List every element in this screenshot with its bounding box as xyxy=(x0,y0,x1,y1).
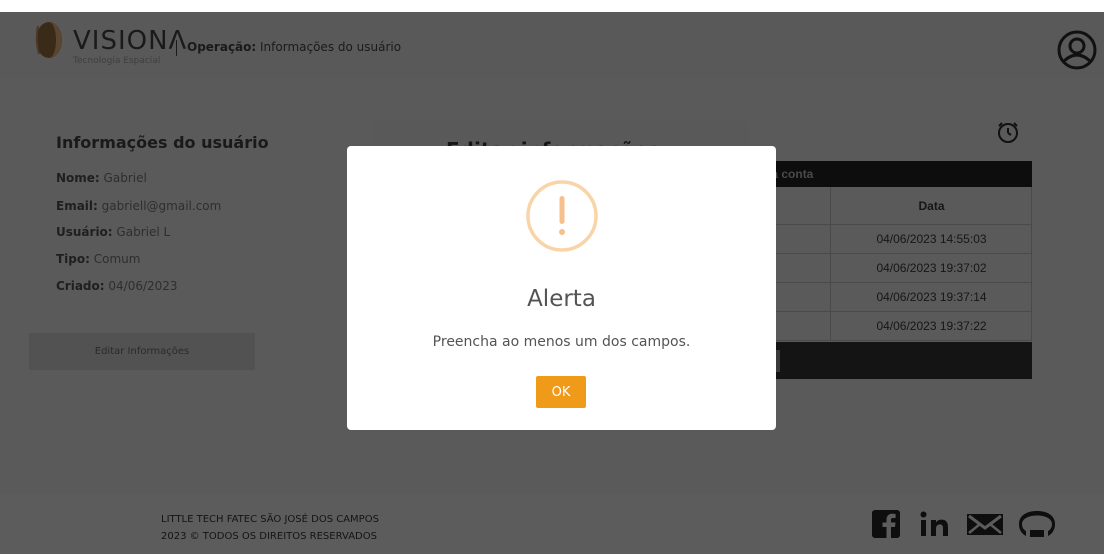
user-account-icon[interactable] xyxy=(1056,29,1098,71)
table-header-row: Data xyxy=(740,187,1032,225)
table-cell-date: 04/06/2023 19:37:22 xyxy=(876,319,987,333)
linkedin-icon[interactable] xyxy=(920,510,952,538)
field-username: Usuário: Gabriel L xyxy=(56,225,170,239)
history-table: Data 04/06/2023 14:55:03 04/06/2023 19:3… xyxy=(740,187,1032,341)
table-row: 04/06/2023 19:37:22 xyxy=(740,312,1032,341)
table-row: 04/06/2023 19:37:02 xyxy=(740,254,1032,283)
app-footer: LITTLE TECH FATEC SÃO JOSÉ DOS CAMPOS 20… xyxy=(0,494,1104,554)
field-label: Email: xyxy=(56,199,98,213)
field-label: Usuário: xyxy=(56,225,113,239)
top-strip xyxy=(0,0,1104,12)
clock-icon[interactable] xyxy=(996,120,1020,144)
table-cell-date: 04/06/2023 14:55:03 xyxy=(876,232,987,246)
table-row: 04/06/2023 19:37:14 xyxy=(740,283,1032,312)
ok-button[interactable]: OK xyxy=(536,376,586,408)
header-divider xyxy=(176,40,177,56)
user-info-title: Informações do usuário xyxy=(56,133,269,152)
visiona-logo xyxy=(35,22,62,58)
alert-message: Preencha ao menos um dos campos. xyxy=(432,334,691,350)
field-created: Criado: 04/06/2023 xyxy=(56,279,178,293)
field-type: Tipo: Comum xyxy=(56,252,140,266)
column-header-data: Data xyxy=(918,199,945,213)
field-name: Nome: Gabriel xyxy=(56,171,147,185)
field-value: Gabriel L xyxy=(112,225,171,239)
warning-icon xyxy=(526,180,598,252)
footer-copyright: 2023 © TODOS OS DIREITOS RESERVADOS xyxy=(161,531,377,542)
operation-breadcrumb: Operação: Informações do usuário xyxy=(187,40,401,54)
github-icon[interactable] xyxy=(1016,510,1058,538)
operation-label: Operação: xyxy=(187,40,257,54)
facebook-icon[interactable] xyxy=(872,510,900,538)
operation-value: Informações do usuário xyxy=(256,40,402,54)
field-label: Nome: xyxy=(56,171,100,185)
mail-icon[interactable] xyxy=(966,510,1004,538)
field-value: Gabriel xyxy=(99,171,147,185)
table-cell-date: 04/06/2023 19:37:02 xyxy=(876,261,987,275)
field-label: Tipo: xyxy=(56,252,90,266)
field-value: Comum xyxy=(89,252,141,266)
app-header: VISIONΛ Tecnologia Espacial Operação: In… xyxy=(0,12,1104,78)
field-email: Email: gabriell@gmail.com xyxy=(56,199,221,213)
table-row: 04/06/2023 14:55:03 xyxy=(740,225,1032,254)
footer-org: LITTLE TECH FATEC SÃO JOSÉ DOS CAMPOS xyxy=(161,514,379,525)
field-value: 04/06/2023 xyxy=(104,279,178,293)
alert-modal: Alerta Preencha ao menos um dos campos. … xyxy=(347,146,776,430)
brand-subtitle: Tecnologia Espacial xyxy=(73,56,161,66)
alert-title: Alerta xyxy=(527,286,596,312)
history-footer xyxy=(740,342,1032,379)
table-cell-date: 04/06/2023 19:37:14 xyxy=(876,290,987,304)
field-value: gabriell@gmail.com xyxy=(97,199,222,213)
field-label: Criado: xyxy=(56,279,105,293)
history-header: ies da conta xyxy=(740,161,1032,187)
edit-info-button[interactable]: Editar Informações xyxy=(29,333,255,370)
brand-name: VISIONΛ xyxy=(73,26,188,56)
